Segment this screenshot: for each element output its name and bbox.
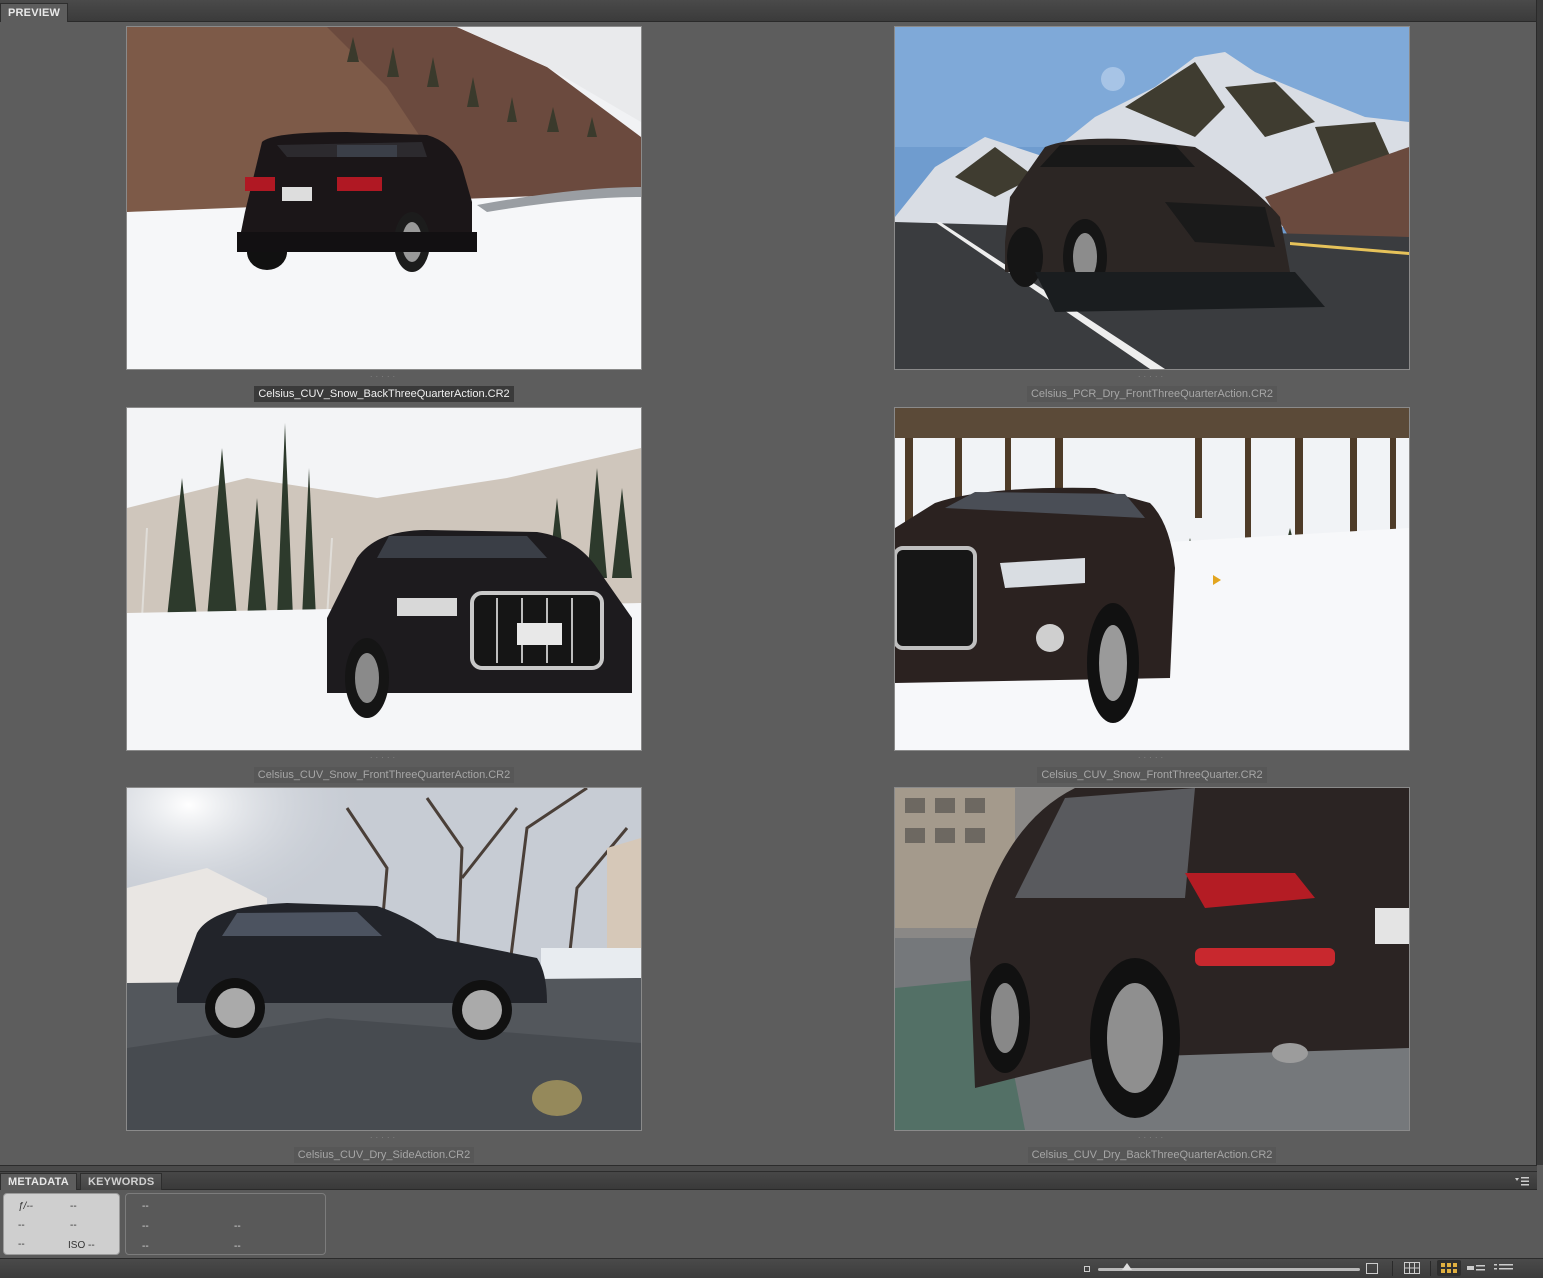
tab-preview[interactable]: PREVIEW [0,3,69,22]
thumbnail-size-slider[interactable] [1098,1268,1360,1271]
list-view-icon[interactable] [1491,1260,1515,1276]
rating-dots[interactable]: ····· [1138,373,1166,381]
details-view-icon[interactable] [1464,1260,1488,1276]
bridge-window: PREVIEW ····· Celsius_CUV_Snow_BackThree… [0,0,1543,1278]
photo-suv-snow-rear [127,27,641,369]
preview-item[interactable]: ····· Celsius_CUV_Dry_BackThreeQuarterAc… [894,787,1410,1163]
thumbnail-filename[interactable]: Celsius_CUV_Dry_BackThreeQuarterAction.C… [1027,1147,1277,1163]
preview-panel-header: PREVIEW [0,0,1537,22]
preview-thumbnail[interactable] [894,787,1410,1131]
photo-suv-side-street [127,788,641,1130]
tab-keywords[interactable]: KEYWORDS [80,1173,163,1190]
iso-value: ISO -- [68,1240,95,1251]
camera-data-box: ƒ/-- -- -- -- -- ISO -- [3,1193,120,1255]
photo-suv-snow-closeup [895,408,1409,750]
divider [1430,1261,1431,1276]
preview-item[interactable]: ····· Celsius_CUV_Snow_BackThreeQuarterA… [126,26,642,402]
divider [1392,1261,1393,1276]
preview-grid: ····· Celsius_CUV_Snow_BackThreeQuarterA… [0,22,1537,1165]
metering-value: -- [70,1220,77,1231]
lock-grid-icon[interactable] [1404,1262,1420,1274]
slider-handle[interactable] [1121,1263,1132,1270]
preview-item[interactable]: ····· Celsius_CUV_Snow_FrontThreeQuarter… [126,407,642,783]
exposure-comp-value: -- [18,1220,25,1231]
color-profile-value: -- [234,1241,241,1252]
tab-metadata[interactable]: METADATA [0,1173,77,1190]
bottom-panel-header: METADATA KEYWORDS [0,1172,1537,1190]
dimensions-value: -- [142,1201,149,1212]
resolution-value: -- [234,1221,241,1232]
photo-suv-snow-front [127,408,641,750]
status-bar [0,1258,1543,1278]
file-data-box: -- -- -- -- -- [125,1193,326,1255]
preview-thumbnail[interactable] [894,407,1410,751]
preview-thumbnail[interactable] [894,26,1410,370]
thumbnail-filename[interactable]: Celsius_CUV_Snow_FrontThreeQuarter.CR2 [1037,767,1267,783]
rating-dots[interactable]: ····· [370,754,398,762]
color-mode-value: -- [142,1241,149,1252]
photo-sedan-road [895,27,1409,369]
large-thumb-icon[interactable] [1366,1263,1378,1274]
small-thumb-icon[interactable] [1084,1266,1090,1272]
white-balance-value: -- [18,1239,25,1250]
metadata-panel: ƒ/-- -- -- -- -- ISO -- -- -- -- -- -- [0,1190,1543,1258]
panel-menu-icon[interactable] [1515,1176,1529,1186]
thumbnail-filename[interactable]: Celsius_CUV_Dry_SideAction.CR2 [293,1147,475,1163]
thumbnail-view-icon[interactable] [1437,1260,1461,1276]
file-size-value: -- [142,1221,149,1232]
panel-splitter[interactable] [0,1165,1537,1172]
shutter-value: -- [70,1201,77,1212]
thumbnail-filename[interactable]: Celsius_CUV_Snow_BackThreeQuarterAction.… [254,386,514,402]
preview-item[interactable]: ····· Celsius_PCR_Dry_FrontThreeQuarterA… [894,26,1410,402]
preview-thumbnail[interactable] [126,26,642,370]
preview-item[interactable]: ····· Celsius_CUV_Dry_SideAction.CR2 [126,787,642,1163]
rating-dots[interactable]: ····· [1138,1134,1166,1142]
preview-thumbnail[interactable] [126,787,642,1131]
thumbnail-filename[interactable]: Celsius_PCR_Dry_FrontThreeQuarterAction.… [1026,386,1278,402]
aperture-value: ƒ/-- [18,1201,33,1212]
rating-dots[interactable]: ····· [370,373,398,381]
rating-dots[interactable]: ····· [370,1134,398,1142]
preview-item[interactable]: ····· Celsius_CUV_Snow_FrontThreeQuarter… [894,407,1410,783]
preview-thumbnail[interactable] [126,407,642,751]
thumbnail-filename[interactable]: Celsius_CUV_Snow_FrontThreeQuarterAction… [253,767,515,783]
photo-suv-city-rear [895,788,1409,1130]
vertical-scrollbar[interactable] [1536,0,1543,1165]
rating-dots[interactable]: ····· [1138,754,1166,762]
